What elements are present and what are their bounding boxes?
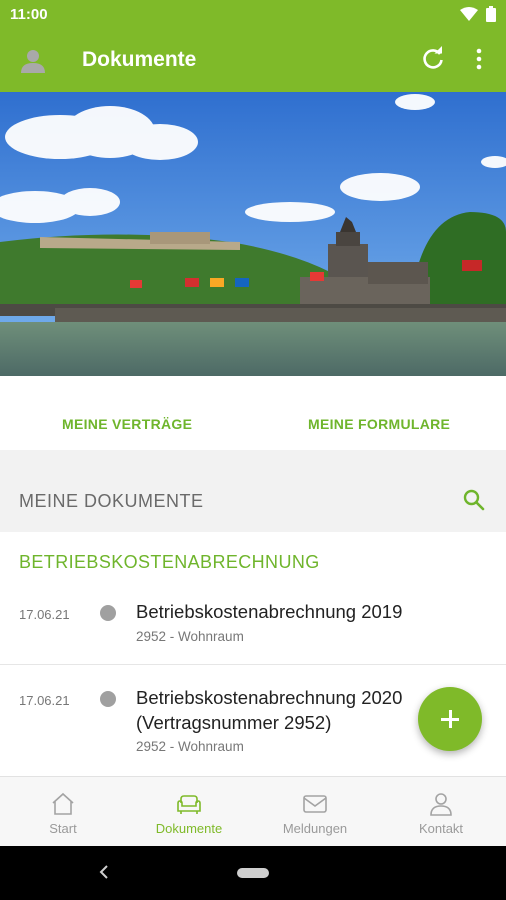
document-title: Betriebskostenabrechnung 2020 (136, 687, 403, 708)
my-forms-link[interactable]: MEINE FORMULARE (308, 416, 450, 432)
document-title-line2: (Vertragsnummer 2952) (136, 712, 332, 733)
account-icon[interactable] (18, 46, 48, 76)
category-title: BETRIEBSKOSTENABRECHNUNG (19, 552, 320, 572)
document-item[interactable]: 17.06.21 Betriebskostenabrechnung 2019 2… (0, 590, 506, 664)
section-title: MEINE DOKUMENTE (19, 491, 204, 511)
nav-label: Meldungen (282, 821, 348, 836)
status-time: 11:00 (10, 6, 48, 23)
nav-start[interactable]: Start (0, 777, 126, 847)
document-date: 17.06.21 (19, 607, 70, 622)
my-contracts-link[interactable]: MEINE VERTRÄGE (62, 416, 192, 432)
bottom-navigation: Start Dokumente Meldungen Kontakt (0, 776, 506, 846)
more-vert-icon[interactable] (466, 46, 492, 72)
document-title: Betriebskostenabrechnung 2019 (136, 601, 403, 622)
page-title: Dokumente (82, 48, 197, 71)
documents-section-header: MEINE DOKUMENTE (0, 450, 506, 532)
search-icon[interactable] (462, 488, 486, 512)
document-subtitle: 2952 - Wohnraum (136, 739, 244, 754)
couch-icon (177, 795, 201, 814)
nav-label: Start (49, 821, 77, 836)
person-icon (430, 793, 452, 816)
wifi-icon (460, 7, 478, 21)
nav-label: Dokumente (155, 821, 223, 836)
divider (0, 664, 506, 665)
refresh-icon[interactable] (420, 46, 446, 72)
home-icon (52, 792, 74, 815)
hero-image (0, 92, 506, 376)
plus-icon-vertical (449, 710, 452, 728)
status-bar: 11:00 (0, 0, 506, 30)
home-pill[interactable] (237, 868, 269, 878)
nav-meldungen[interactable]: Meldungen (252, 777, 378, 847)
document-date: 17.06.21 (19, 693, 70, 708)
battery-icon (486, 6, 496, 22)
system-navigation-bar (0, 846, 506, 900)
document-subtitle: 2952 - Wohnraum (136, 629, 244, 644)
nav-dokumente[interactable]: Dokumente (126, 777, 252, 847)
unread-dot (100, 691, 116, 707)
status-icons (460, 6, 496, 22)
back-icon[interactable] (96, 864, 112, 880)
nav-label: Kontakt (418, 821, 464, 836)
app-bar: Dokumente (0, 30, 506, 92)
unread-dot (100, 605, 116, 621)
mail-icon (303, 795, 327, 813)
nav-kontakt[interactable]: Kontakt (378, 777, 504, 847)
add-button[interactable] (418, 687, 482, 751)
quick-links: MEINE VERTRÄGE MEINE FORMULARE (0, 376, 506, 450)
